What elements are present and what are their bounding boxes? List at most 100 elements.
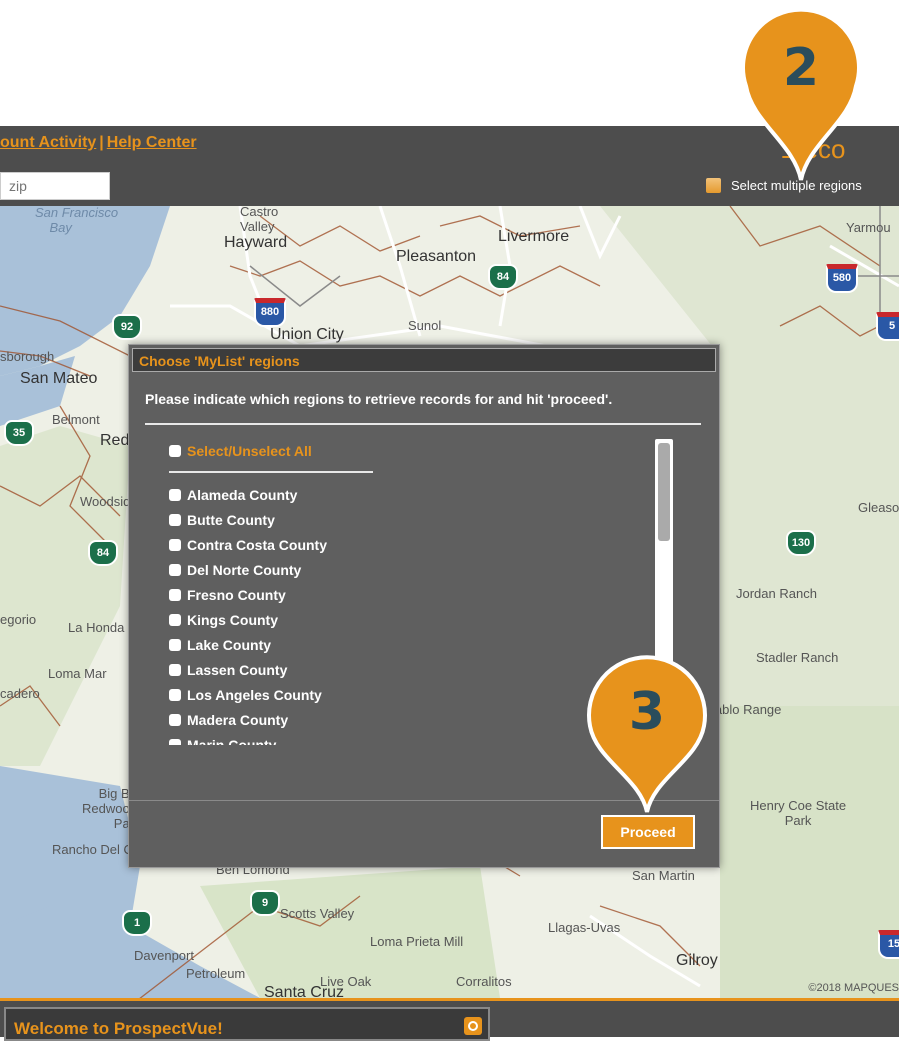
- map-label-scotts-valley: Scotts Valley: [280, 906, 355, 921]
- route-92-shield: 92: [112, 314, 142, 340]
- region-label: Madera County: [187, 712, 289, 728]
- region-item[interactable]: Fresno County: [169, 587, 327, 612]
- select-all-divider: [169, 471, 373, 473]
- region-item[interactable]: Kings County: [169, 612, 327, 637]
- region-label: Fresno County: [187, 587, 286, 603]
- map-label-hayward: Hayward: [224, 234, 288, 251]
- region-label: Marin County: [187, 737, 277, 745]
- map-label-petroleum: Petroleum: [186, 966, 246, 981]
- map-label-redwood: Red: [100, 432, 130, 449]
- welcome-panel: Welcome to ProspectVue!: [4, 1007, 490, 1041]
- region-items: Alameda County Butte County Contra Costa…: [169, 487, 327, 745]
- expand-circle-icon: [468, 1021, 478, 1031]
- region-item[interactable]: Los Angeles County: [169, 687, 327, 712]
- zip-search-input[interactable]: [0, 172, 110, 200]
- region-item[interactable]: Butte County: [169, 512, 327, 537]
- route-35-shield: 35: [4, 420, 34, 446]
- map-label-stadler-ranch: Stadler Ranch: [756, 650, 839, 665]
- region-label: Los Angeles County: [187, 687, 322, 703]
- region-label: Kings County: [187, 612, 278, 628]
- region-item[interactable]: Marin County: [169, 737, 327, 745]
- region-checkbox[interactable]: [169, 589, 181, 601]
- map-label-diablo-range: iablo Range: [712, 702, 782, 717]
- region-checkbox[interactable]: [169, 539, 181, 551]
- region-checkbox[interactable]: [169, 614, 181, 626]
- region-label: Del Norte County: [187, 562, 302, 578]
- region-label: Lake County: [187, 637, 272, 653]
- region-checkbox[interactable]: [169, 714, 181, 726]
- map-label-gilroy: Gilroy: [676, 952, 718, 969]
- region-item[interactable]: Contra Costa County: [169, 537, 327, 562]
- map-label-union-city: Union City: [270, 326, 344, 343]
- dialog-title: Choose 'MyList' regions: [132, 348, 716, 372]
- map-label-la-honda: La Honda: [68, 620, 125, 635]
- region-checkbox[interactable]: [169, 514, 181, 526]
- map-label-woodside: Woodsid: [80, 494, 131, 509]
- region-item[interactable]: Madera County: [169, 712, 327, 737]
- dialog-instruction: Please indicate which regions to retriev…: [145, 391, 613, 407]
- region-checkbox[interactable]: [169, 639, 181, 651]
- map-label-sf-bay: San Francisco Bay: [35, 206, 119, 235]
- map-label-yarmouth: Yarmou: [846, 220, 891, 235]
- map-label-loma-prieta: Loma Prieta Mill: [370, 934, 464, 949]
- map-label-davenport: Davenport: [134, 948, 194, 963]
- map-label-gregorio: egorio: [0, 612, 37, 627]
- callout-number-2: 2: [782, 38, 820, 98]
- map-label-big-basin: Big B Redwoo Pa: [82, 786, 130, 831]
- region-label: Alameda County: [187, 487, 298, 503]
- welcome-title: Welcome to ProspectVue!: [14, 1019, 223, 1038]
- route-1-shield: 1: [122, 910, 152, 936]
- map-label-corralitos: Corralitos: [456, 974, 512, 989]
- map-label-santa-cruz: Santa Cruz: [264, 984, 345, 998]
- account-activity-link[interactable]: ount Activity: [0, 134, 96, 151]
- map-label-san-martin: San Martin: [632, 868, 695, 883]
- region-checkbox[interactable]: [169, 664, 181, 676]
- region-item[interactable]: Alameda County: [169, 487, 327, 512]
- bottom-bar: Welcome to ProspectVue!: [0, 998, 899, 1041]
- proceed-button[interactable]: Proceed: [601, 815, 695, 849]
- route-9-shield: 9: [250, 890, 280, 916]
- map-copyright: ©2018 MAPQUES: [808, 982, 899, 994]
- map-label-llagas-uvas: Llagas-Uvas: [548, 920, 621, 935]
- welcome-expand-button[interactable]: [464, 1017, 482, 1035]
- link-separator: |: [99, 134, 104, 151]
- map-label-castro-valley: Castro Valley: [240, 206, 279, 234]
- map-label-gleason: Gleason: [858, 500, 899, 515]
- map-label-livermore: Livermore: [498, 228, 570, 245]
- region-checkbox[interactable]: [169, 564, 181, 576]
- select-all-label: Select/Unselect All: [187, 443, 312, 459]
- map-label-sunol: Sunol: [408, 318, 442, 333]
- route-84-shield-east: 84: [488, 264, 518, 290]
- map-label-san-mateo: San Mateo: [20, 370, 98, 387]
- select-all-checkbox[interactable]: [169, 445, 181, 457]
- region-label: Lassen County: [187, 662, 288, 678]
- callout-number-3: 3: [628, 682, 666, 742]
- multi-regions-checkbox[interactable]: [706, 178, 721, 193]
- callout-pin-step-2: 2: [740, 4, 862, 182]
- region-item[interactable]: Lake County: [169, 637, 327, 662]
- route-84-shield-west: 84: [88, 540, 118, 566]
- map-label-loma-mar: Loma Mar: [48, 666, 107, 681]
- map-label-belmont: Belmont: [52, 412, 100, 427]
- region-item[interactable]: Del Norte County: [169, 562, 327, 587]
- map-label-rancho-del-oso: Rancho Del Os: [52, 842, 141, 857]
- region-label: Butte County: [187, 512, 275, 528]
- region-label: Contra Costa County: [187, 537, 327, 553]
- region-checkbox[interactable]: [169, 739, 181, 745]
- header-links: ount Activity | Help Center: [0, 134, 197, 152]
- interstate-5-shield: 5: [876, 312, 899, 341]
- dialog-divider-top: [145, 423, 701, 425]
- help-center-link[interactable]: Help Center: [107, 134, 197, 151]
- region-checkbox[interactable]: [169, 689, 181, 701]
- scrollbar-thumb[interactable]: [658, 443, 670, 541]
- map-label-hillsborough: sborough: [0, 349, 55, 364]
- map-label-henry-coe: Henry Coe State Park: [750, 798, 847, 828]
- callout-pin-step-3: 3: [582, 648, 712, 814]
- map-label-jordan-ranch: Jordan Ranch: [736, 586, 817, 601]
- select-all-option[interactable]: Select/Unselect All: [169, 443, 312, 459]
- region-checkbox[interactable]: [169, 489, 181, 501]
- interstate-580-shield: 580: [826, 264, 858, 293]
- region-item[interactable]: Lassen County: [169, 662, 327, 687]
- map-label-pescadero: cadero: [0, 686, 40, 701]
- interstate-15-shield: 15: [878, 930, 899, 959]
